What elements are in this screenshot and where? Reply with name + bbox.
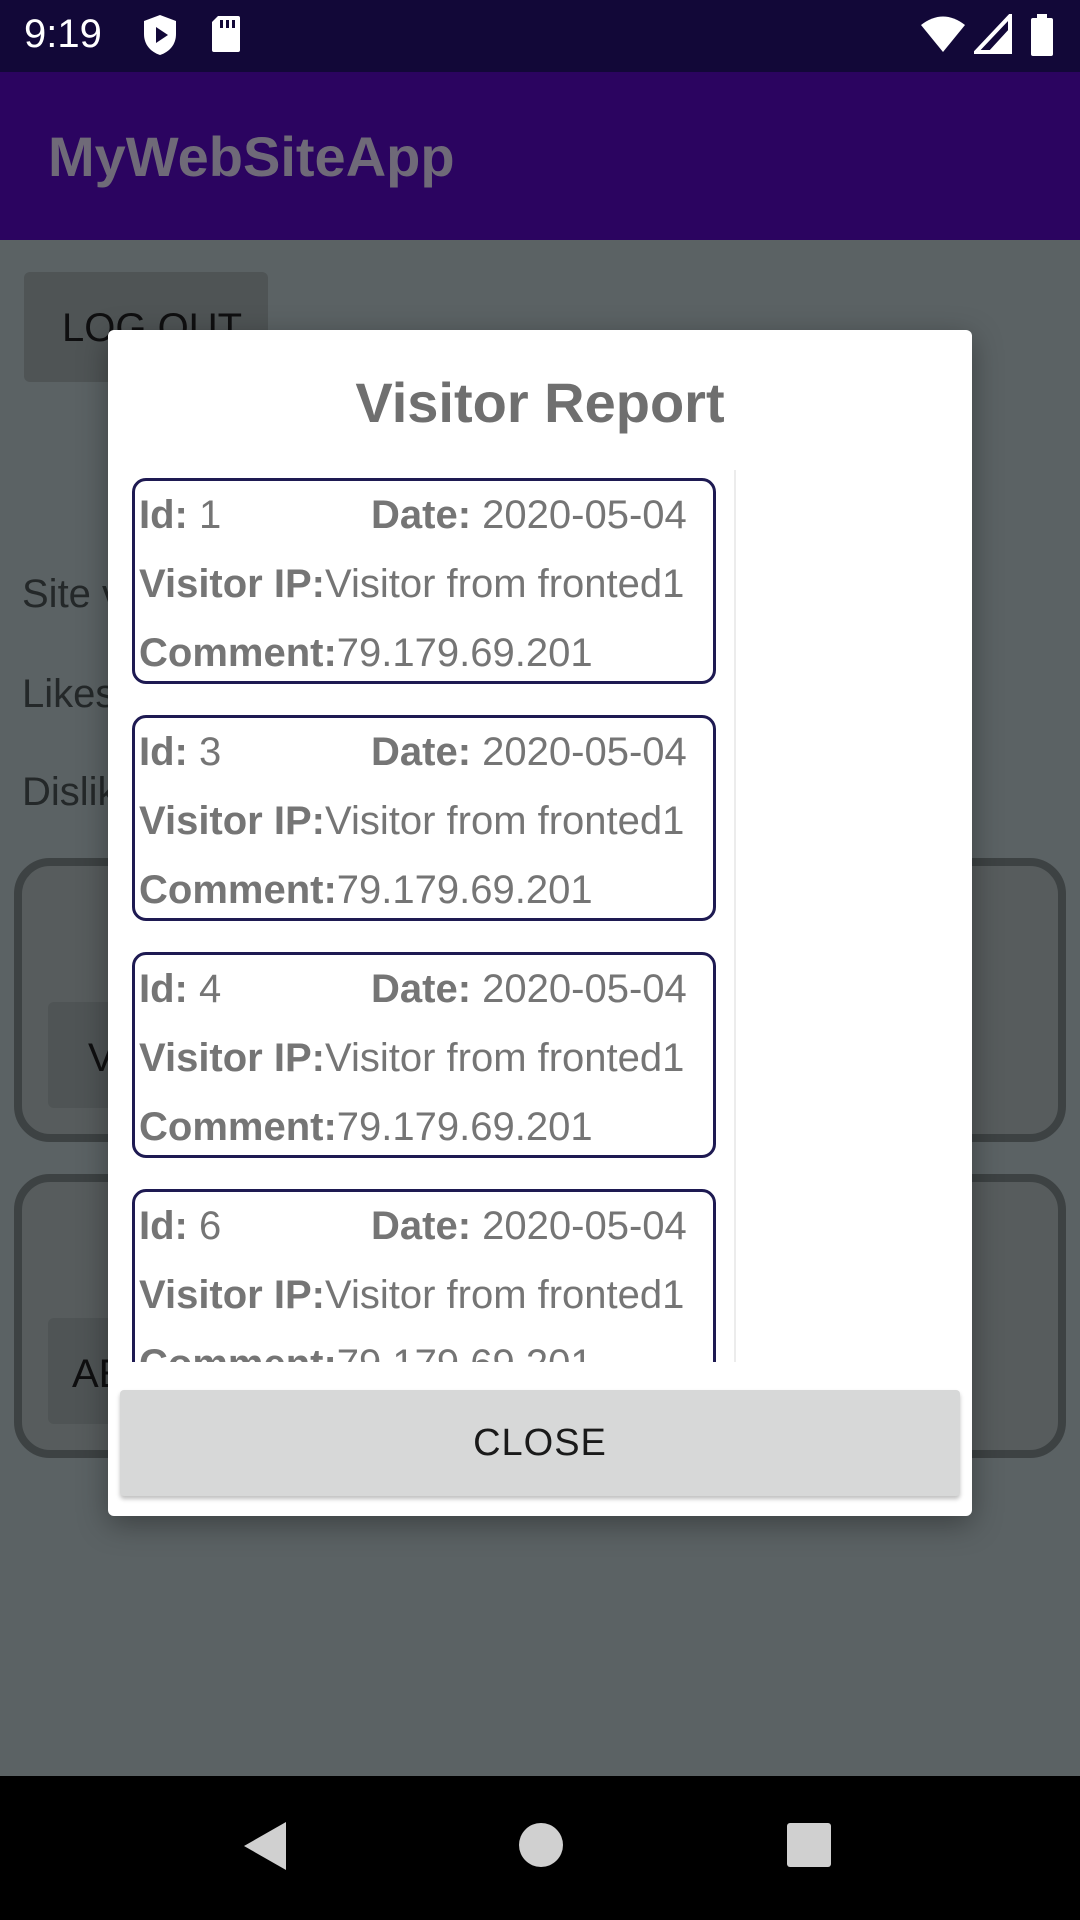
date-label: Date:	[371, 493, 472, 537]
close-button-label: CLOSE	[473, 1421, 607, 1464]
status-time: 9:19	[24, 12, 102, 56]
visitor-card: Id: 6 Date: 2020-05-04 Visitor IP:Visito…	[132, 1189, 716, 1362]
app-bar: MyWebSiteApp	[0, 72, 1080, 240]
likes-label: Likes	[22, 672, 116, 716]
id-label: Id:	[139, 967, 188, 1011]
sd-card-icon	[210, 14, 242, 59]
date-label: Date:	[371, 1204, 472, 1248]
comment-value: 79.179.69.201	[337, 1342, 593, 1362]
dislikes-label: Dislik	[22, 770, 118, 814]
signal-icon	[971, 10, 1012, 59]
visitor-list[interactable]: Id: 1 Date: 2020-05-04 Visitor IP:Visito…	[120, 470, 736, 1362]
visitor-id: 1	[199, 493, 222, 537]
visitor-date: 2020-05-04	[482, 967, 687, 1011]
home-icon[interactable]	[518, 1822, 564, 1873]
comment-label: Comment:	[139, 631, 337, 675]
visitor-ip-label: Visitor IP:	[139, 1273, 325, 1317]
visitor-card: Id: 1 Date: 2020-05-04 Visitor IP:Visito…	[132, 478, 716, 684]
comment-value: 79.179.69.201	[336, 1105, 593, 1149]
visitor-report-dialog: Visitor Report Id: 1 Date: 2020-05-04 Vi…	[108, 330, 972, 1516]
id-label: Id:	[139, 730, 188, 774]
comment-value: 79.179.69.201	[336, 868, 593, 912]
visitor-ip-value: Visitor from fronted1	[324, 1273, 685, 1317]
visitor-card: Id: 4 Date: 2020-05-04 Visitor IP:Visito…	[132, 952, 716, 1158]
comment-label: Comment:	[139, 1342, 337, 1362]
wifi-icon	[920, 14, 966, 59]
date-label: Date:	[371, 730, 472, 774]
visitor-ip-label: Visitor IP:	[139, 562, 325, 606]
app-title: MyWebSiteApp	[48, 125, 455, 188]
id-label: Id:	[139, 493, 188, 537]
comment-label: Comment:	[139, 1105, 337, 1149]
shield-icon	[142, 14, 178, 61]
recents-icon[interactable]	[786, 1822, 832, 1873]
close-button[interactable]: CLOSE	[120, 1390, 960, 1496]
visitor-card: Id: 3 Date: 2020-05-04 Visitor IP:Visito…	[132, 715, 716, 921]
status-bar: 9:19	[0, 0, 1080, 72]
visitor-id: 6	[199, 1204, 222, 1248]
comment-value: 79.179.69.201	[336, 631, 593, 675]
visitor-ip-value: Visitor from fronted1	[324, 799, 685, 843]
date-label: Date:	[371, 967, 472, 1011]
visitor-ip-label: Visitor IP:	[139, 799, 325, 843]
visitor-ip-value: Visitor from fronted1	[324, 1036, 685, 1080]
visitor-date: 2020-05-04	[482, 1204, 687, 1248]
visitor-id: 4	[199, 967, 222, 1011]
visitor-date: 2020-05-04	[482, 730, 687, 774]
comment-label: Comment:	[139, 868, 337, 912]
dialog-title: Visitor Report	[355, 371, 725, 434]
navigation-bar	[0, 1776, 1080, 1920]
visitor-date: 2020-05-04	[482, 493, 687, 537]
back-icon[interactable]	[242, 1820, 288, 1877]
list-scroll-edge	[734, 470, 736, 1362]
visitor-id: 3	[199, 730, 222, 774]
visitor-ip-label: Visitor IP:	[139, 1036, 325, 1080]
id-label: Id:	[139, 1204, 188, 1248]
battery-icon	[1030, 14, 1054, 61]
visitor-ip-value: Visitor from fronted1	[324, 562, 685, 606]
